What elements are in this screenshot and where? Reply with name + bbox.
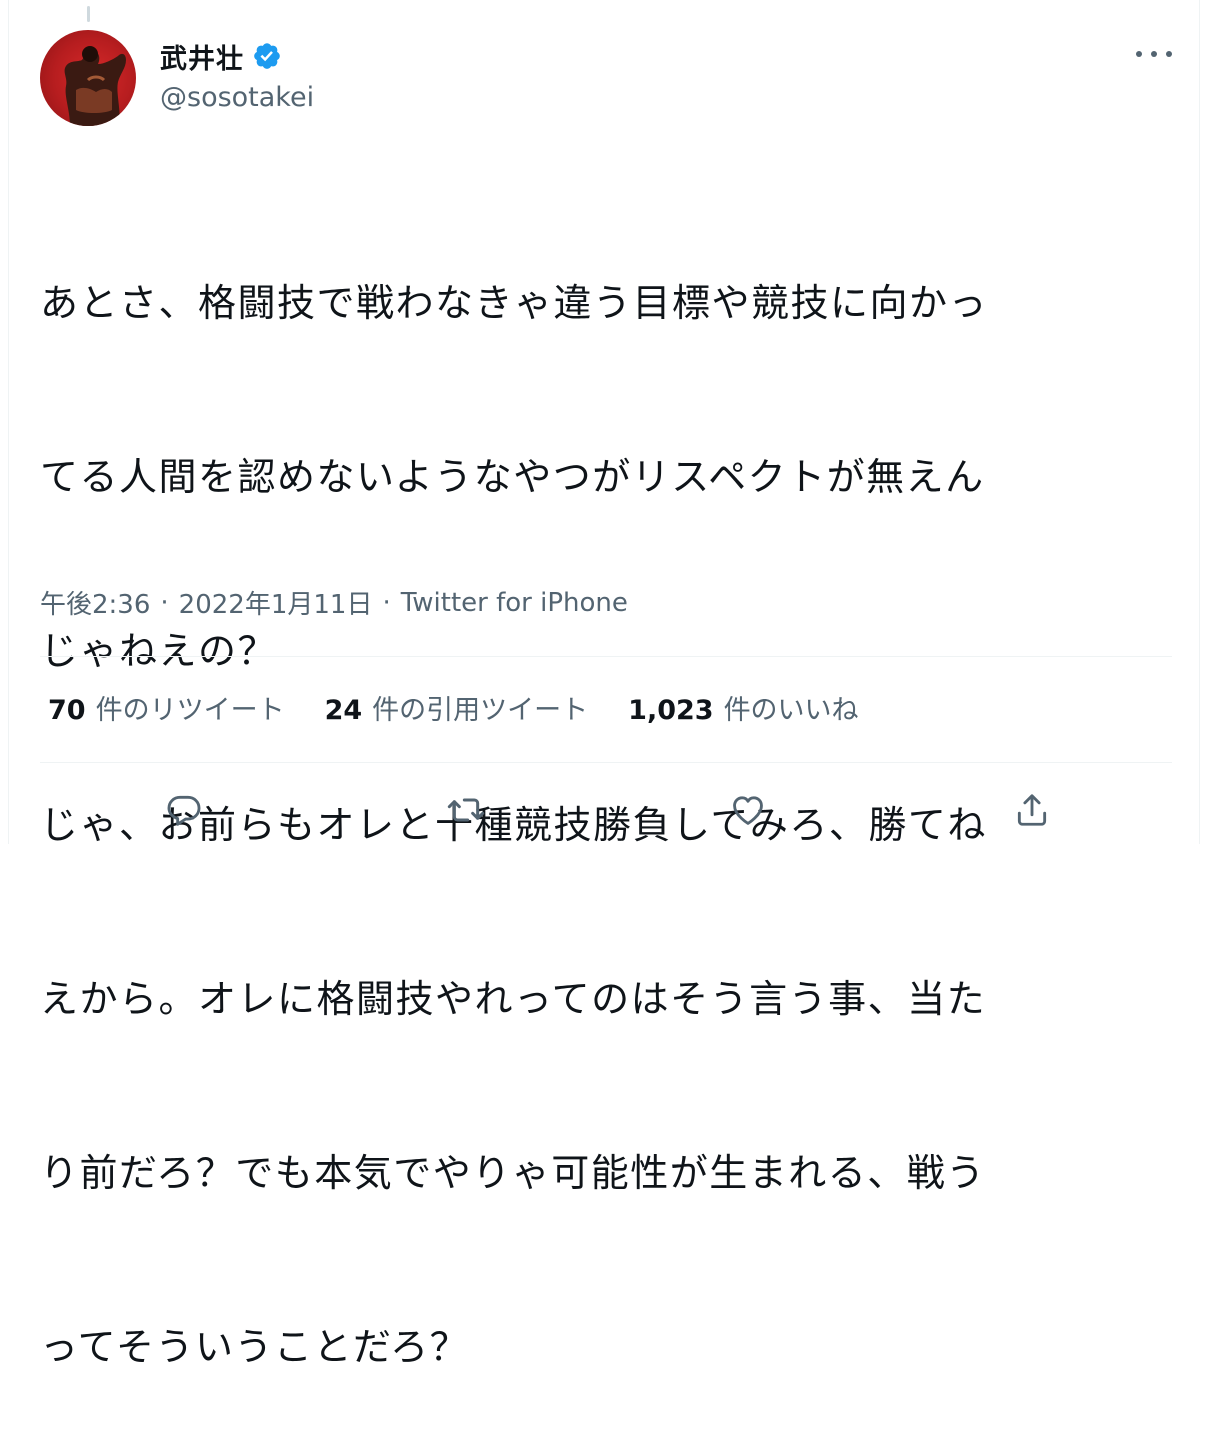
divider (40, 762, 1172, 763)
avatar[interactable] (40, 30, 136, 126)
tweet-line: てる人間を認めないようなやつがリスペクトが無えん (40, 455, 985, 499)
like-count: 1,023 (628, 695, 714, 726)
like-label: 件のいいね (723, 695, 859, 726)
tweet-line: り前だろ？でも本気でやりゃ可能性が生まれる、戦う (40, 1151, 986, 1195)
tweet-date[interactable]: 2022年1月11日 (179, 584, 373, 621)
tweet-line: じゃねえの？ (40, 629, 278, 673)
user-handle[interactable]: @sosotakei (160, 82, 314, 113)
divider (40, 656, 1172, 657)
quote-label: 件の引用ツイート (372, 695, 589, 726)
meta-separator: · (382, 587, 391, 618)
tweet-time[interactable]: 午後2:36 (40, 584, 150, 621)
verified-badge-icon (252, 41, 282, 71)
retweet-count-link[interactable]: 70 件のリツイート (48, 688, 285, 727)
tweet-text: あとさ、格闘技で戦わなきゃ違う目標や競技に向かっ てる人間を認めないようなやつが… (40, 158, 1170, 1434)
engagement-stats: 70 件のリツイート 24 件の引用ツイート 1,023 件のいいね (48, 688, 859, 727)
quote-count: 24 (324, 695, 363, 726)
retweet-label: 件のリツイート (95, 695, 285, 726)
display-name[interactable]: 武井壮 (160, 37, 244, 76)
more-options-icon[interactable] (1136, 40, 1172, 68)
quote-count-link[interactable]: 24 件の引用ツイート (325, 688, 589, 727)
tweet-source[interactable]: Twitter for iPhone (401, 588, 628, 618)
tweet-metadata: 午後2:36 · 2022年1月11日 · Twitter for iPhone (40, 584, 628, 621)
like-count-link[interactable]: 1,023 件のいいね (628, 688, 858, 727)
tweet-line: あとさ、格闘技で戦わなきゃ違う目標や競技に向かっ (40, 281, 989, 325)
reply-icon[interactable] (162, 788, 206, 832)
like-icon[interactable] (726, 788, 770, 832)
share-icon[interactable] (1010, 788, 1054, 832)
tweet-line: えから。オレに格闘技やれってのはそう言う事、当た (40, 977, 987, 1021)
thread-connector-line (87, 6, 90, 22)
tweet-line: じゃ、お前らもオレと十種競技勝負してみろ、勝てね (40, 803, 987, 847)
retweet-count: 70 (48, 695, 86, 726)
meta-separator: · (160, 587, 169, 618)
tweet-line: ってそういうことだろ？ (40, 1325, 470, 1369)
retweet-icon[interactable] (444, 788, 488, 832)
